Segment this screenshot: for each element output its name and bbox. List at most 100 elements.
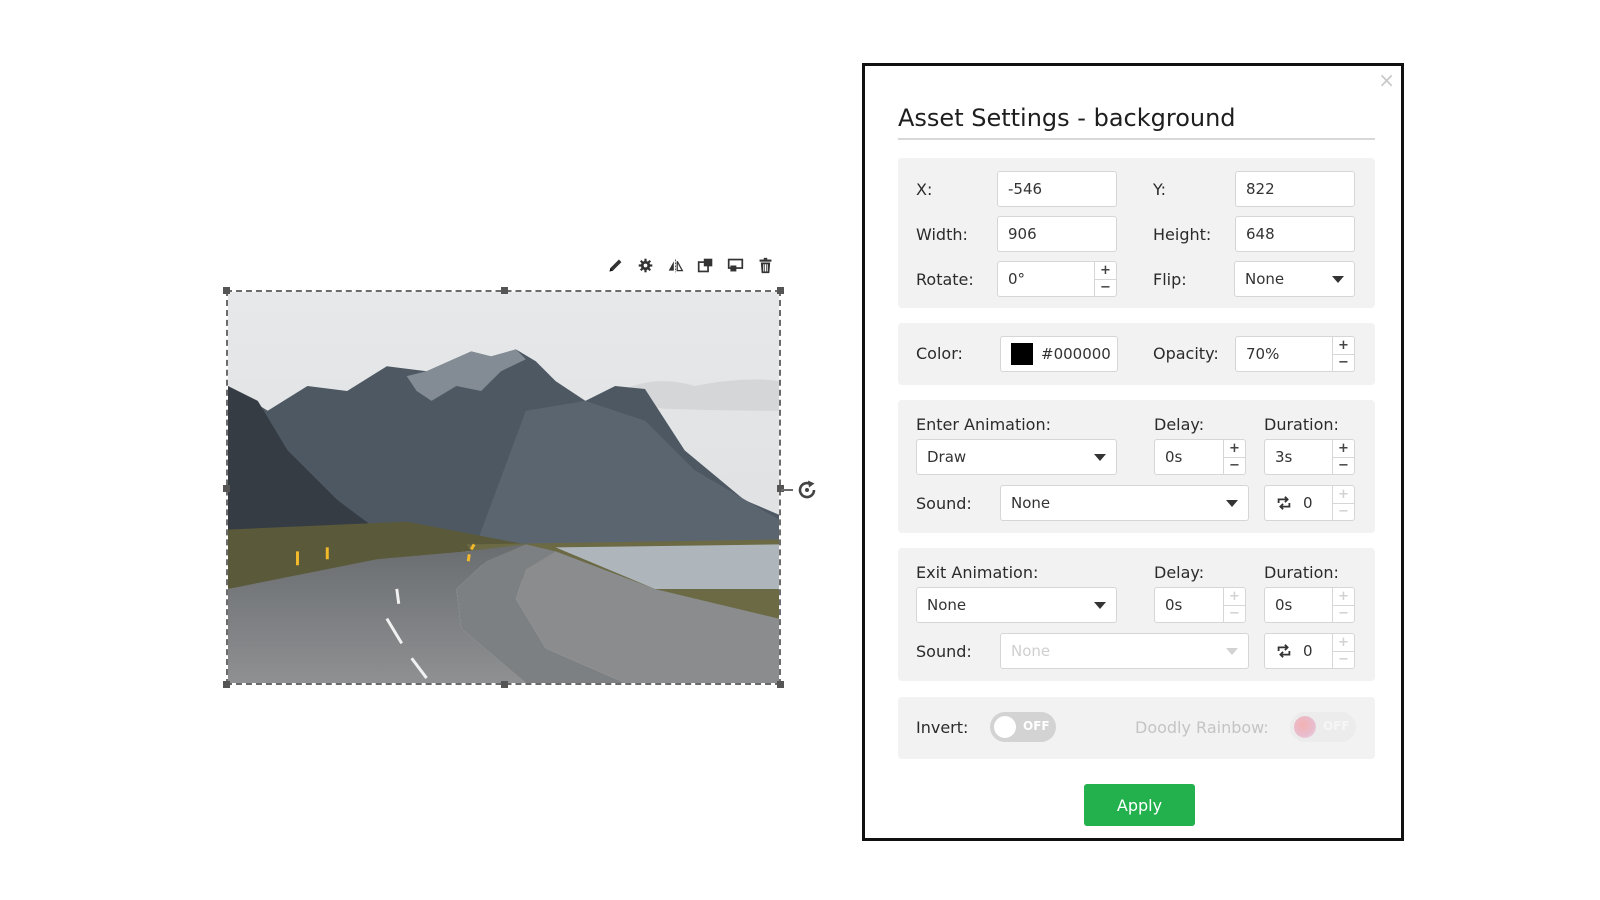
pencil-icon[interactable] (606, 256, 624, 274)
y-input[interactable]: 822 (1235, 171, 1355, 207)
enter-loop-input[interactable]: 0 + − (1264, 485, 1355, 521)
exit-sound-value: None (1011, 642, 1051, 660)
color-picker[interactable]: #000000 (1000, 336, 1118, 372)
decrement-button[interactable]: − (1224, 456, 1245, 475)
exit-sound-label: Sound: (916, 642, 972, 661)
asset-settings-dialog: × Asset Settings - background X: -546 Y:… (862, 63, 1404, 841)
exit-animation-select[interactable]: None (916, 587, 1117, 623)
decrement-button[interactable]: − (1333, 502, 1354, 521)
resize-handle-bl[interactable] (223, 681, 230, 688)
opacity-label: Opacity: (1153, 344, 1219, 363)
rotate-stepper[interactable]: + − (1094, 262, 1116, 296)
toggle-knob (994, 716, 1016, 738)
increment-button[interactable]: + (1333, 486, 1354, 503)
enter-animation-select[interactable]: Draw (916, 439, 1117, 475)
bring-front-icon[interactable] (696, 256, 714, 274)
canvas (0, 0, 860, 900)
resize-handle-ml[interactable] (223, 485, 230, 492)
send-back-icon[interactable] (726, 256, 744, 274)
rotate-label: Rotate: (916, 270, 974, 289)
increment-button[interactable]: + (1095, 262, 1116, 279)
x-label: X: (916, 180, 933, 199)
enter-duration-stepper[interactable]: + − (1332, 440, 1354, 474)
enter-delay-stepper[interactable]: + − (1223, 440, 1245, 474)
enter-animation-value: Draw (927, 448, 967, 466)
color-label: Color: (916, 344, 963, 363)
exit-animation-section: Exit Animation: None Delay: 0s + − Durati… (898, 548, 1375, 681)
loop-icon (1275, 494, 1293, 512)
decrement-button[interactable]: − (1333, 604, 1354, 623)
color-swatch (1011, 343, 1033, 365)
effects-section: Invert: OFF Doodly Rainbow: OFF (898, 697, 1375, 759)
landscape-image (228, 292, 779, 683)
opacity-value: 70% (1246, 345, 1280, 363)
height-input[interactable]: 648 (1235, 216, 1355, 252)
invert-toggle[interactable]: OFF (990, 712, 1056, 742)
decrement-button[interactable]: − (1333, 456, 1354, 475)
enter-delay-value: 0s (1165, 448, 1183, 466)
exit-delay-label: Delay: (1154, 563, 1205, 582)
exit-duration-input[interactable]: 0s + − (1264, 587, 1355, 623)
x-input[interactable]: -546 (997, 171, 1117, 207)
width-input[interactable]: 906 (997, 216, 1117, 252)
rotate-icon[interactable] (795, 478, 819, 502)
enter-sound-value: None (1011, 494, 1051, 512)
rainbow-toggle[interactable]: OFF (1290, 712, 1356, 742)
enter-duration-input[interactable]: 3s + − (1264, 439, 1355, 475)
opacity-input[interactable]: 70% + − (1235, 336, 1355, 372)
exit-delay-value: 0s (1165, 596, 1183, 614)
exit-loop-input[interactable]: 0 + − (1264, 633, 1355, 669)
rainbow-knob (1294, 716, 1316, 738)
appearance-section: Color: #000000 Opacity: 70% + − (898, 323, 1375, 385)
increment-button[interactable]: + (1333, 588, 1354, 605)
resize-handle-bm[interactable] (501, 681, 508, 688)
flip-select[interactable]: None (1234, 261, 1355, 297)
chevron-down-icon (1226, 500, 1238, 507)
decrement-button[interactable]: − (1333, 650, 1354, 669)
exit-duration-value: 0s (1275, 596, 1293, 614)
decrement-button[interactable]: − (1095, 278, 1116, 297)
increment-button[interactable]: + (1333, 634, 1354, 651)
enter-duration-label: Duration: (1264, 415, 1339, 434)
rotate-input[interactable]: 0° + − (997, 261, 1117, 297)
exit-sound-select[interactable]: None (1000, 633, 1249, 669)
increment-button[interactable]: + (1333, 440, 1354, 457)
asset-toolbar (606, 256, 774, 274)
height-label: Height: (1153, 225, 1212, 244)
exit-animation-label: Exit Animation: (916, 563, 1039, 582)
gear-icon[interactable] (636, 256, 654, 274)
exit-duration-stepper[interactable]: + − (1332, 588, 1354, 622)
resize-handle-tm[interactable] (501, 287, 508, 294)
exit-loop-value: 0 (1303, 642, 1313, 660)
decrement-button[interactable]: − (1333, 353, 1354, 372)
exit-delay-input[interactable]: 0s + − (1154, 587, 1246, 623)
resize-handle-br[interactable] (777, 681, 784, 688)
increment-button[interactable]: + (1224, 440, 1245, 457)
resize-handle-tr[interactable] (777, 287, 784, 294)
enter-delay-input[interactable]: 0s + − (1154, 439, 1246, 475)
enter-loop-value: 0 (1303, 494, 1313, 512)
enter-loop-stepper[interactable]: + − (1332, 486, 1354, 520)
rainbow-state: OFF (1323, 719, 1350, 733)
enter-sound-select[interactable]: None (1000, 485, 1249, 521)
exit-delay-stepper[interactable]: + − (1223, 588, 1245, 622)
decrement-button[interactable]: − (1224, 604, 1245, 623)
rotate-connector (781, 489, 793, 491)
flip-icon[interactable] (666, 256, 684, 274)
resize-handle-tl[interactable] (223, 287, 230, 294)
trash-icon[interactable] (756, 256, 774, 274)
flip-label: Flip: (1153, 270, 1187, 289)
position-section: X: -546 Y: 822 Width: 906 Height: 648 Ro… (898, 158, 1375, 308)
opacity-stepper[interactable]: + − (1332, 337, 1354, 371)
increment-button[interactable]: + (1333, 337, 1354, 354)
apply-button[interactable]: Apply (1084, 784, 1195, 826)
increment-button[interactable]: + (1224, 588, 1245, 605)
exit-loop-stepper[interactable]: + − (1332, 634, 1354, 668)
dialog-title: Asset Settings - background (898, 104, 1375, 140)
chevron-down-icon (1226, 648, 1238, 655)
close-icon[interactable]: × (1378, 70, 1395, 90)
selected-asset[interactable] (223, 287, 784, 688)
chevron-down-icon (1094, 454, 1106, 461)
invert-state: OFF (1023, 719, 1050, 733)
exit-duration-label: Duration: (1264, 563, 1339, 582)
